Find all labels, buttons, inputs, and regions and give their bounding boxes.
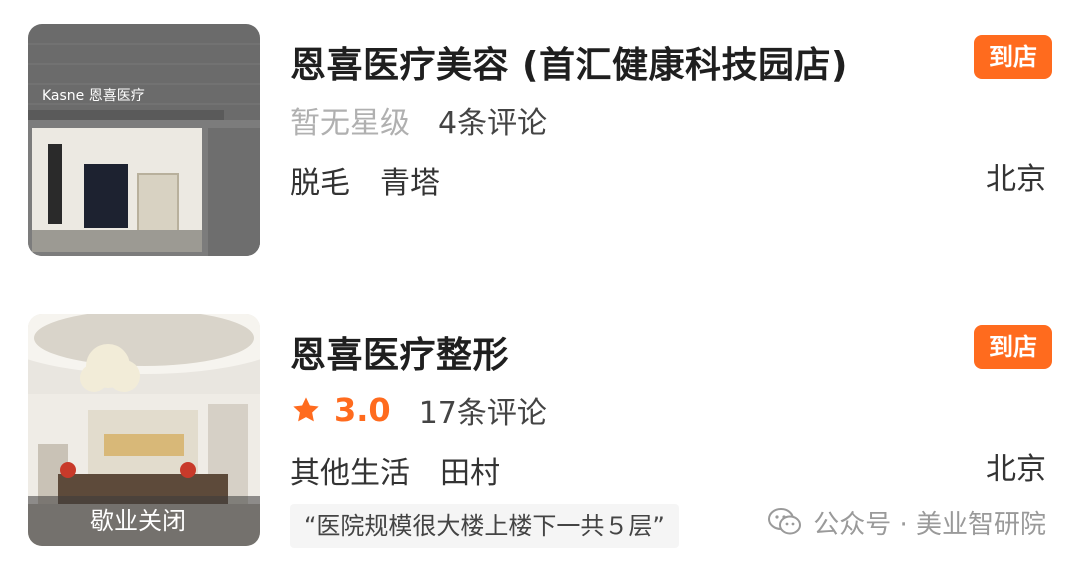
shop-photo-image: Kasne 恩喜医疗 xyxy=(28,24,260,256)
rating-row: 暂无星级 4条评论 xyxy=(290,98,547,142)
shop-title[interactable]: 恩喜医疗整形 xyxy=(290,326,509,378)
visit-store-badge: 到店 xyxy=(974,35,1052,79)
shop-title[interactable]: 恩喜医疗美容 (首汇健康科技园店) xyxy=(290,36,848,88)
wechat-icon xyxy=(768,508,802,535)
shop-photo[interactable]: Kasne 恩喜医疗 xyxy=(28,24,260,256)
watermark-text: 公众号 · 美业智研院 xyxy=(813,509,1046,540)
shop-list: Kasne 恩喜医疗 恩喜医疗美容 (首汇健康科技园店) 到店 暂无星级 4条评… xyxy=(0,0,1080,570)
city-label: 北京 xyxy=(986,162,1046,197)
rating-score: 3.0 xyxy=(334,391,391,429)
tags-row: 其他生活 田村 xyxy=(290,448,530,492)
tags-row: 脱毛 青塔 xyxy=(290,158,470,202)
shop-sign-text: Kasne 恩喜医疗 xyxy=(42,88,145,104)
review-count[interactable]: 4条评论 xyxy=(438,98,547,142)
category-tag: 其他生活 xyxy=(290,456,410,491)
category-tag: 脱毛 xyxy=(290,166,350,201)
rating-status: 暂无星级 xyxy=(290,106,410,141)
area-tag: 青塔 xyxy=(380,166,440,201)
rating-row: 3.0 17条评论 xyxy=(290,388,547,432)
watermark: 公众号 · 美业智研院 xyxy=(767,502,1046,542)
area-tag: 田村 xyxy=(440,456,500,491)
visit-store-badge: 到店 xyxy=(974,325,1052,369)
shop-card[interactable]: Kasne 恩喜医疗 恩喜医疗美容 (首汇健康科技园店) 到店 暂无星级 4条评… xyxy=(0,0,1080,290)
shop-photo[interactable]: 歇业关闭 xyxy=(28,314,260,546)
closed-status-overlay: 歇业关闭 xyxy=(28,496,260,546)
star-icon xyxy=(293,397,319,422)
city-label: 北京 xyxy=(986,452,1046,487)
review-quote[interactable]: “医院规模很大楼上楼下一共５层” xyxy=(290,504,679,548)
review-count[interactable]: 17条评论 xyxy=(419,388,547,432)
